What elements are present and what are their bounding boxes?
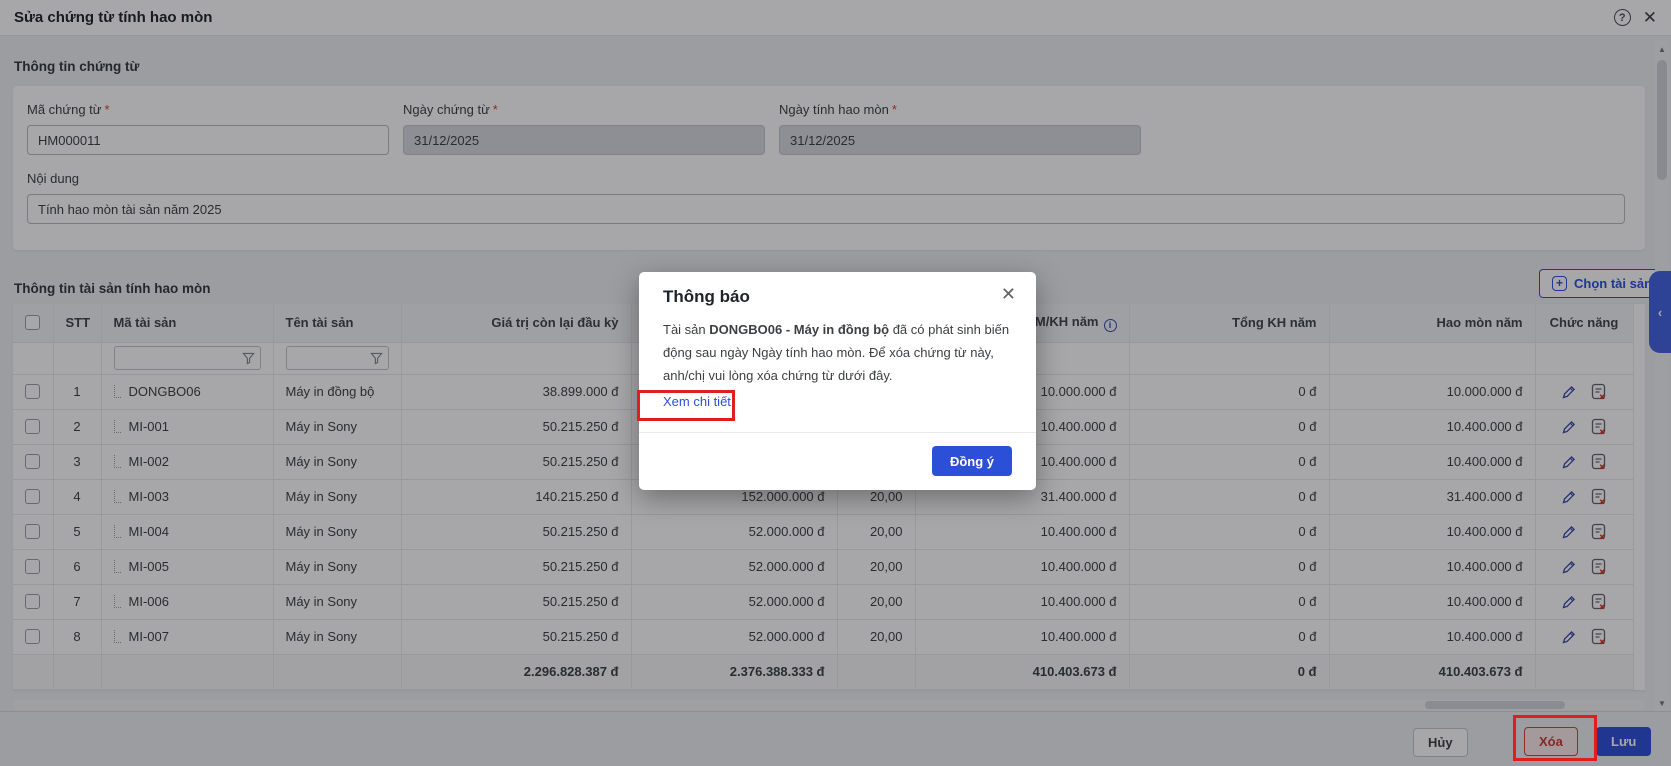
modal-message: Tài sản DONGBO06 - Máy in đồng bộ đã có … xyxy=(663,319,1015,387)
confirm-button[interactable]: Đồng ý xyxy=(932,446,1012,476)
modal-close-icon[interactable]: ✕ xyxy=(1001,285,1016,303)
modal-title: Thông báo xyxy=(663,287,750,307)
view-detail-link[interactable]: Xem chi tiết xyxy=(663,394,731,409)
asset-name-bold: DONGBO06 - Máy in đồng bộ xyxy=(709,322,889,337)
modal-divider xyxy=(639,432,1036,433)
notification-modal: Thông báo ✕ Tài sản DONGBO06 - Máy in đồ… xyxy=(639,272,1036,490)
